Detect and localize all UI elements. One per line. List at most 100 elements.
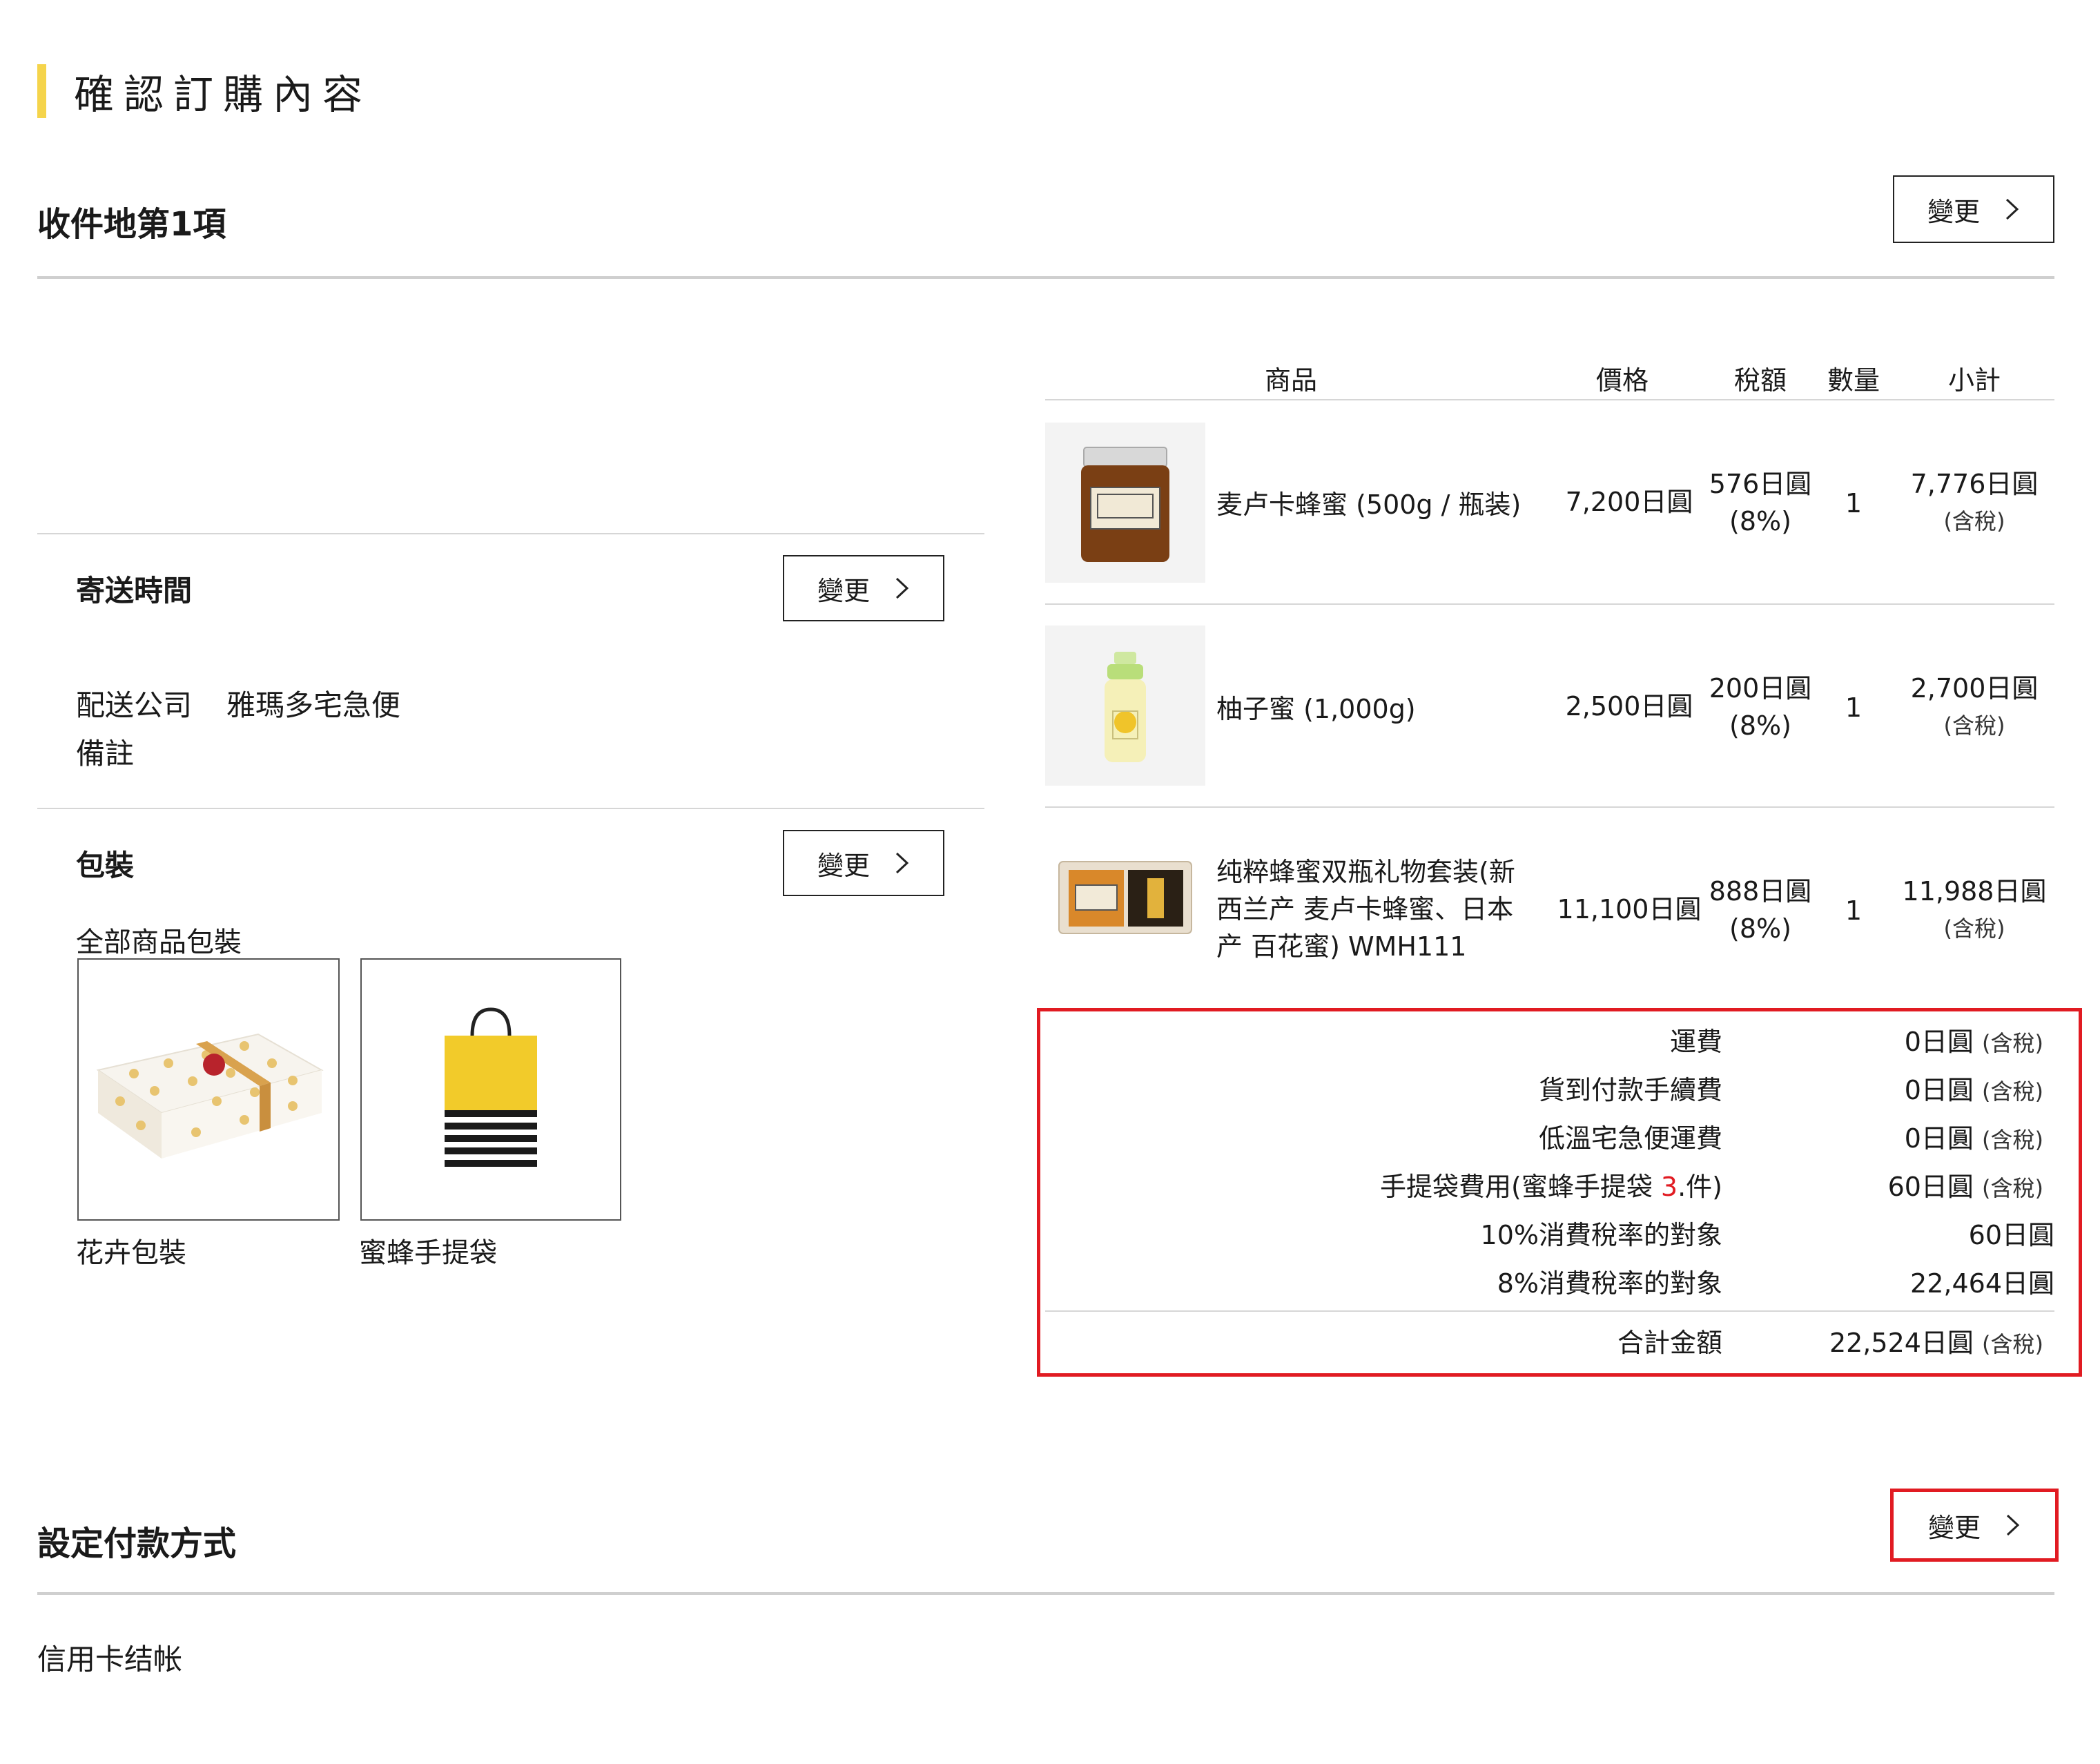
product-price: 11,100日圓 — [1557, 894, 1702, 924]
summary-shipping-value: 0日圓 (含稅) — [1767, 1020, 2043, 1058]
product-tax-rate: (8%) — [1729, 710, 1791, 741]
product-name-line: 产 百花蜜) WMH111 — [1216, 931, 1467, 962]
table-header-divider — [1045, 399, 2054, 400]
summary-tax8-value: 22,464日圓 — [1910, 1268, 2054, 1299]
product-tax-rate: (8%) — [1729, 913, 1791, 944]
table-header-subtotal: 小計 — [1947, 365, 2001, 396]
table-row — [1045, 626, 1205, 786]
chevron-right-icon — [2006, 1514, 2020, 1536]
packaging-heading: 包裝 — [76, 849, 135, 882]
summary-cod-fee-value: 0日圓 (含稅) — [1767, 1069, 2043, 1107]
delivery-company-label: 配送公司 — [76, 688, 193, 722]
product-subtotal-note: (含稅) — [1943, 713, 2005, 739]
summary-bag-fee-value: 60日圓 (含稅) — [1767, 1165, 2043, 1203]
product-subtotal-amount: 11,988日圓 — [1902, 876, 2047, 907]
summary-tax10-value: 60日圓 — [1968, 1220, 2054, 1250]
product-tax-amount: 888日圓 — [1709, 876, 1812, 907]
summary-total-note: (含稅) — [1982, 1331, 2043, 1357]
destination-heading: 收件地第1項 — [37, 205, 226, 244]
payment-method: 信用卡结帐 — [37, 1642, 183, 1676]
packaging-option-flower[interactable] — [77, 958, 340, 1221]
summary-cod-fee-label: 貨到付款手續費 — [1538, 1075, 1722, 1105]
product-qty: 1 — [1845, 488, 1863, 518]
delivery-remarks-label: 備註 — [76, 737, 135, 770]
destination-divider — [37, 276, 2054, 279]
product-qty: 1 — [1845, 895, 1863, 926]
product-tax-amount: 576日圓 — [1709, 469, 1812, 499]
table-row — [1045, 423, 1205, 583]
packaging-change-button[interactable]: 變更 — [783, 830, 944, 896]
summary-cold-fee-note: (含稅) — [1982, 1127, 2043, 1153]
product-name-line: 纯粹蜂蜜双瓶礼物套装(新 — [1216, 857, 1515, 887]
summary-tax10-label: 10%消費稅率的對象 — [1480, 1220, 1722, 1250]
summary-bag-fee-note: (含稅) — [1982, 1175, 2043, 1201]
summary-cold-fee-value: 0日圓 (含稅) — [1767, 1117, 2043, 1155]
chevron-right-icon — [895, 852, 909, 874]
row-divider — [1045, 603, 2054, 605]
summary-shipping-amount: 0日圓 — [1904, 1027, 1974, 1057]
delivery-top-divider — [37, 533, 984, 534]
destination-change-label: 變更 — [1927, 196, 1980, 227]
product-tax: 888日圓 (8%) — [1705, 873, 1816, 947]
product-name-line: 西兰产 麦卢卡蜂蜜、日本 — [1216, 894, 1514, 924]
summary-bag-fee-count: 3 — [1660, 1172, 1678, 1202]
flower-gift-box-image — [79, 960, 338, 1219]
product-tax: 200日圓 (8%) — [1705, 670, 1816, 744]
yuzu-honey-bottle-image — [1045, 626, 1205, 786]
summary-total-label: 合計金額 — [1617, 1328, 1722, 1358]
payment-change-label: 變更 — [1927, 1512, 1981, 1543]
bee-shopping-bag-image — [362, 960, 620, 1219]
table-header-product: 商品 — [1264, 365, 1317, 396]
destination-change-button[interactable]: 變更 — [1893, 175, 2054, 243]
summary-cold-fee-amount: 0日圓 — [1904, 1123, 1974, 1154]
packaging-option-flower-label: 花卉包裝 — [76, 1237, 186, 1269]
product-tax-rate: (8%) — [1729, 506, 1791, 536]
product-price: 2,500日圓 — [1565, 691, 1693, 721]
honey-gift-set-image — [1045, 845, 1205, 949]
delivery-change-button[interactable]: 變更 — [783, 555, 944, 621]
delivery-company-value: 雅瑪多宅急便 — [226, 688, 401, 722]
summary-cod-fee-amount: 0日圓 — [1904, 1075, 1974, 1105]
summary-shipping-label: 運費 — [1669, 1027, 1722, 1057]
summary-total-value: 22,524日圓 (含稅) — [1740, 1321, 2043, 1359]
product-subtotal-note: (含稅) — [1943, 508, 2005, 534]
packaging-option-bee-bag[interactable] — [360, 958, 621, 1221]
summary-bag-fee-prefix: 手提袋費用(蜜蜂手提袋 — [1380, 1172, 1661, 1202]
summary-total-divider — [1045, 1310, 2054, 1312]
page-title: 確認訂購內容 — [37, 62, 372, 120]
summary-cod-fee-note: (含稅) — [1982, 1078, 2043, 1105]
product-subtotal-note: (含稅) — [1943, 915, 2005, 942]
row-divider — [1045, 806, 2054, 808]
payment-heading: 設定付款方式 — [37, 1524, 237, 1563]
delivery-company-row: 配送公司 雅瑪多宅急便 — [76, 682, 400, 724]
table-row — [1045, 845, 1205, 949]
summary-bag-fee-suffix: .件) — [1678, 1172, 1722, 1202]
manuka-honey-jar-image — [1045, 423, 1205, 583]
summary-cold-fee-label: 低溫宅急便運費 — [1538, 1123, 1722, 1154]
product-name: 纯粹蜂蜜双瓶礼物套装(新 西兰产 麦卢卡蜂蜜、日本 产 百花蜜) WMH111 — [1216, 853, 1515, 965]
packaging-top-divider — [37, 808, 984, 809]
product-name: 柚子蜜 (1,000g) — [1216, 694, 1416, 724]
table-header-tax: 稅額 — [1733, 365, 1787, 396]
product-subtotal-amount: 7,776日圓 — [1910, 469, 2039, 499]
payment-divider — [37, 1592, 2054, 1595]
delivery-change-label: 變更 — [817, 575, 870, 606]
summary-bag-fee-label: 手提袋費用(蜜蜂手提袋 3.件) — [1174, 1165, 1722, 1203]
table-header-qty: 數量 — [1827, 365, 1880, 396]
summary-tax8-label: 8%消費稅率的對象 — [1497, 1268, 1722, 1299]
summary-bag-fee-amount: 60日圓 — [1887, 1172, 1974, 1202]
product-subtotal-amount: 2,700日圓 — [1910, 673, 2039, 704]
payment-change-button[interactable]: 變更 — [1896, 1494, 2053, 1556]
product-subtotal: 7,776日圓 (含稅) — [1905, 465, 2043, 540]
summary-total-amount: 22,524日圓 — [1829, 1328, 1974, 1358]
product-price: 7,200日圓 — [1565, 487, 1693, 517]
chevron-right-icon — [895, 577, 909, 599]
summary-shipping-note: (含稅) — [1982, 1030, 2043, 1056]
page-title-text: 確認訂購內容 — [74, 71, 373, 118]
product-tax: 576日圓 (8%) — [1705, 465, 1816, 540]
packaging-all-label: 全部商品包裝 — [76, 927, 242, 958]
delivery-heading: 寄送時間 — [76, 574, 193, 608]
title-accent-bar — [37, 64, 46, 118]
product-subtotal: 2,700日圓 (含稅) — [1905, 670, 2043, 744]
chevron-right-icon — [2005, 198, 2019, 220]
